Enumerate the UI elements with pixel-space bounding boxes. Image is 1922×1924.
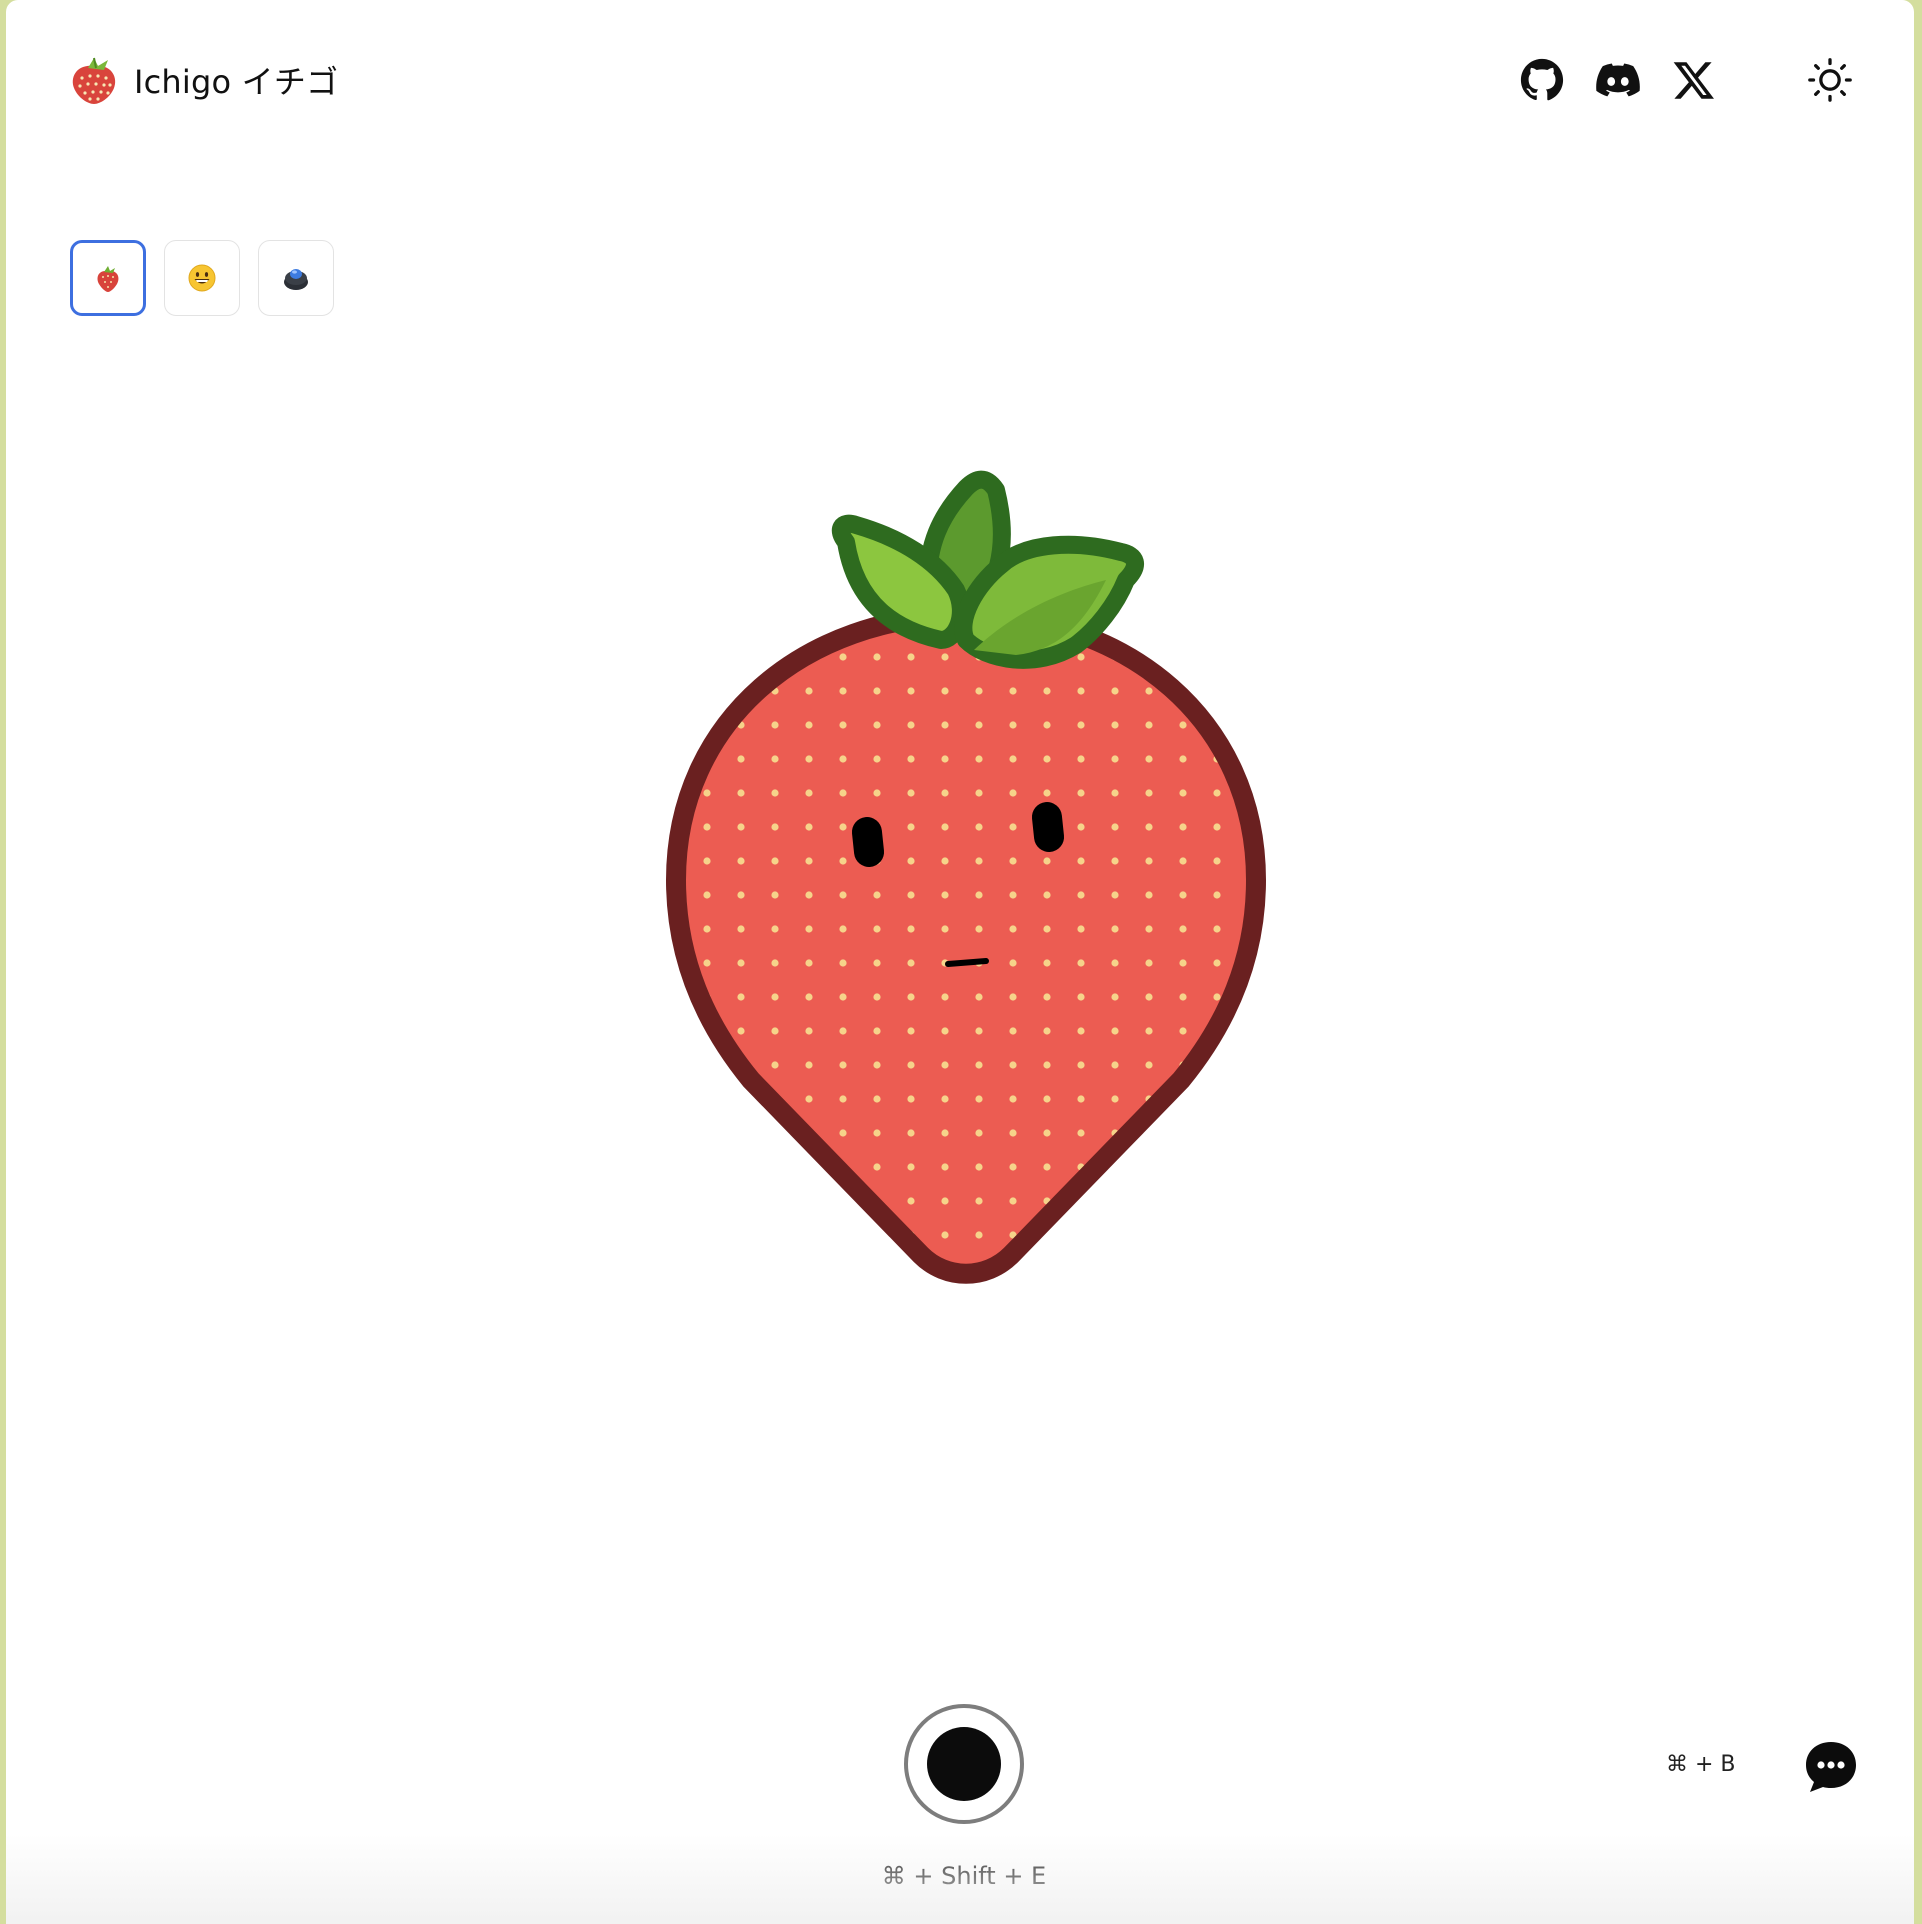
- chat-shortcut-hint: ⌘ + B: [1666, 1752, 1736, 1777]
- x-link[interactable]: [1668, 54, 1720, 106]
- theme-toggle-button[interactable]: [1804, 54, 1856, 106]
- record-indicator: [927, 1727, 1001, 1801]
- app-window: Ichigo イチゴ ⌘ + Shift + E ⌘ + B: [6, 0, 1914, 1924]
- blue-orb-icon: [284, 269, 308, 290]
- chat-bubble-icon[interactable]: [1802, 1738, 1860, 1796]
- strawberry-icon: [97, 266, 119, 292]
- smiley-face-icon: [188, 264, 216, 292]
- github-link[interactable]: [1516, 54, 1568, 106]
- x-icon: [1673, 62, 1714, 99]
- discord-link[interactable]: [1592, 54, 1644, 106]
- avatar-option-orb[interactable]: [258, 240, 334, 316]
- mouth: [945, 958, 989, 967]
- record-button[interactable]: [904, 1704, 1024, 1824]
- discord-icon: [1596, 63, 1640, 97]
- strawberry-character: [666, 470, 1266, 1284]
- sun-icon: [1808, 58, 1852, 102]
- record-shortcut-hint: ⌘ + Shift + E: [881, 1862, 1047, 1890]
- avatar-option-face[interactable]: [164, 240, 240, 316]
- brand[interactable]: Ichigo イチゴ: [68, 54, 338, 106]
- avatar-option-strawberry[interactable]: [70, 240, 146, 316]
- header-links: [1516, 54, 1856, 106]
- github-icon: [1520, 58, 1564, 101]
- strawberry-logo-icon: [72, 57, 116, 104]
- brand-title: Ichigo イチゴ: [134, 63, 339, 101]
- avatar-selector: [70, 240, 352, 316]
